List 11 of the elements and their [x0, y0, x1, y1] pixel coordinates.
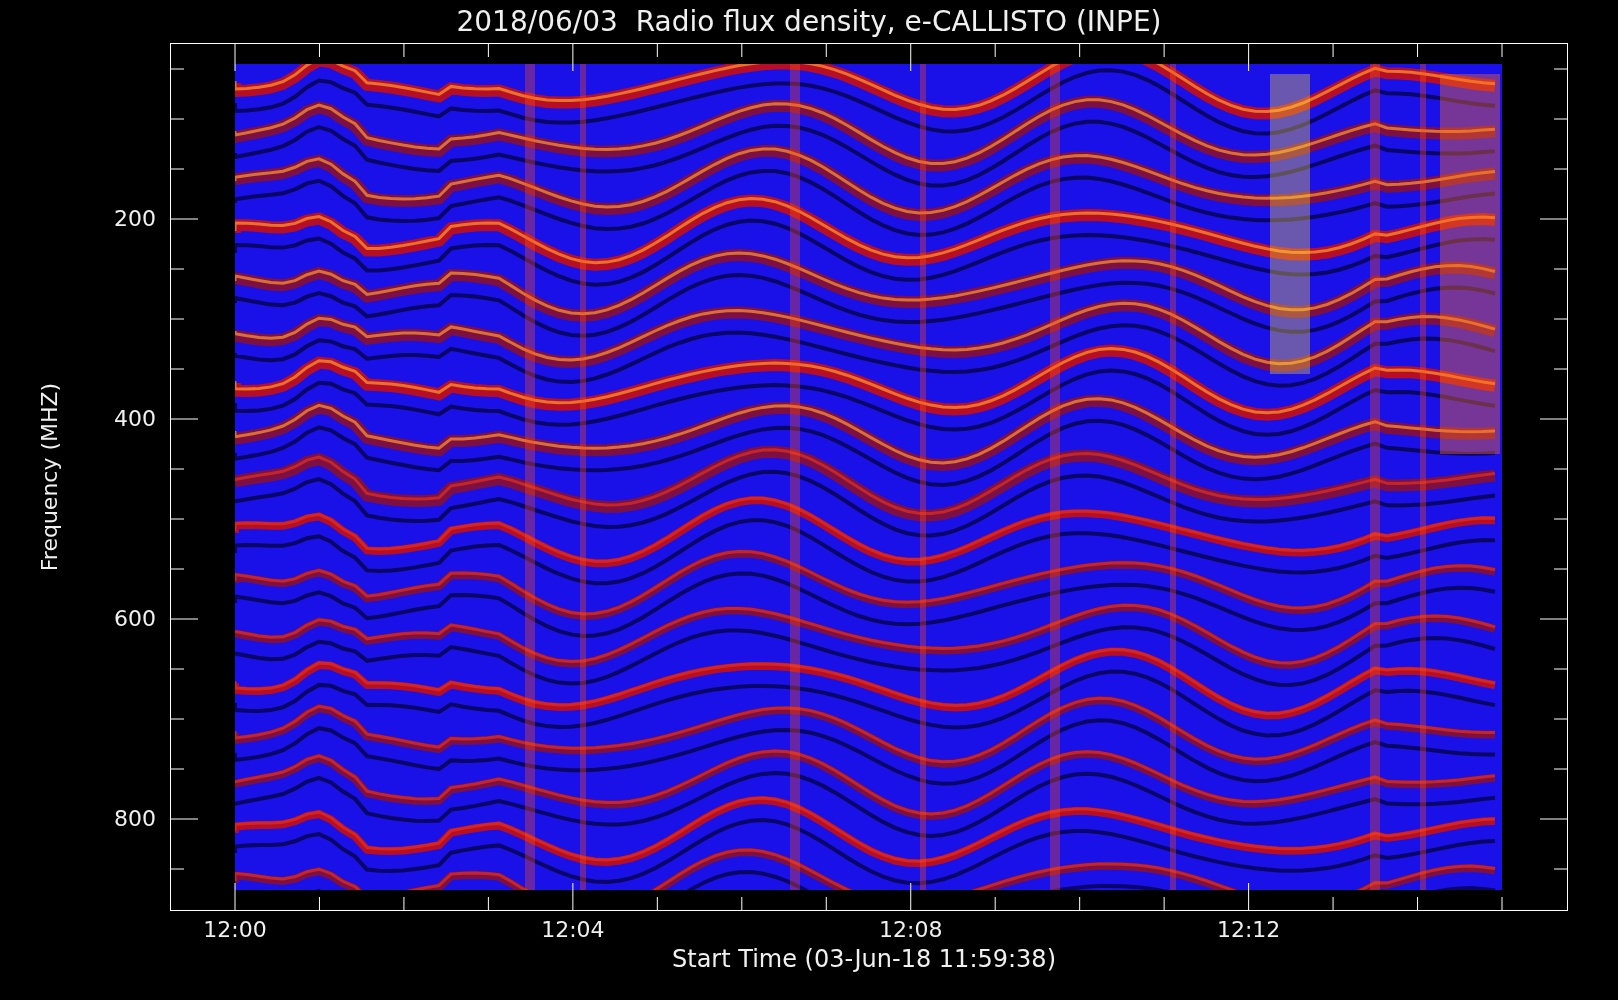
- y-tick-label: 400: [114, 408, 156, 430]
- chart-title: 2018/06/03 Radio flux density, e-CALLISTO (INPE): [456, 7, 1162, 36]
- x-tick-label: 12:04: [541, 919, 605, 941]
- y-axis-label: Frequency (MHZ): [39, 382, 61, 572]
- y-tick-label: 200: [114, 208, 156, 230]
- y-tick-label: 600: [114, 608, 156, 630]
- x-tick-label: 12:00: [203, 919, 267, 941]
- y-tick-label: 800: [114, 808, 156, 830]
- x-tick-label: 12:08: [879, 919, 943, 941]
- x-tick-label: 12:12: [1216, 919, 1281, 941]
- x-axis-label: Start Time (03-Jun-18 11:59:38): [672, 947, 1056, 971]
